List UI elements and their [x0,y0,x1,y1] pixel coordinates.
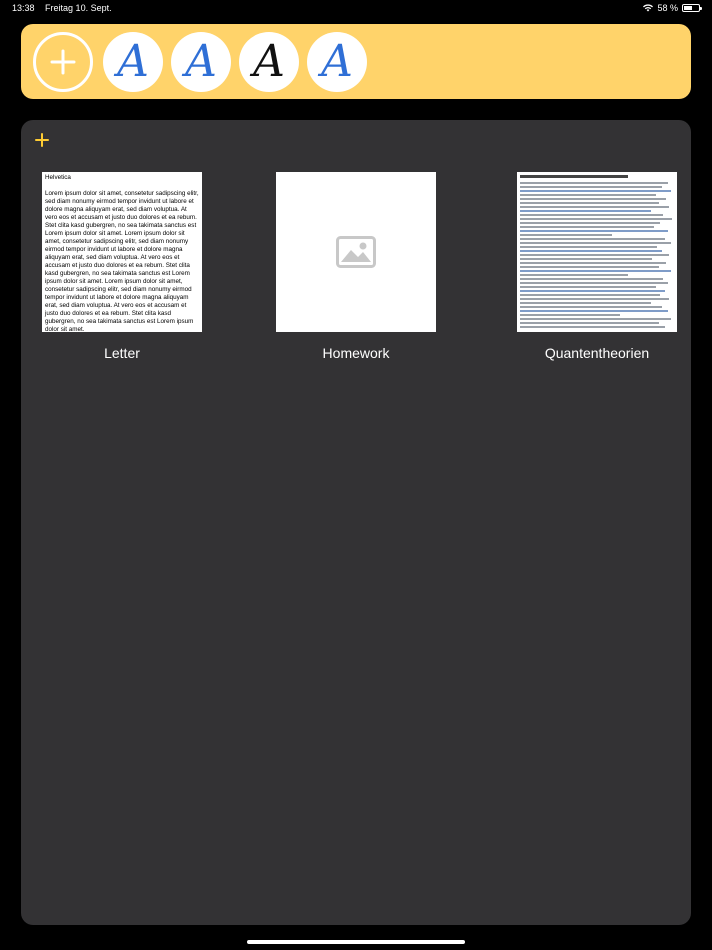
status-right: 58 % [643,3,702,13]
document-label: Homework [322,345,390,361]
preview-text-line [520,286,656,288]
preview-text-line [520,234,613,236]
font-button-3[interactable]: A [239,32,299,92]
preview-text-line [520,250,662,252]
preview-text-line [520,198,667,200]
preview-text-line [520,230,668,232]
thumbnail-title: Helvetica [45,174,71,181]
battery-fill [684,6,693,10]
preview-text-line [520,226,654,228]
preview-text-line [520,322,659,324]
document-letter[interactable]: Helvetica Lorem ipsum dolor sit amet, co… [42,172,202,361]
preview-text-line [520,182,668,184]
preview-text-line [520,274,628,276]
preview-text-line [520,242,671,244]
preview-text-line [520,282,668,284]
preview-text-line [520,186,662,188]
battery-percent: 58 % [657,3,678,13]
preview-text-line [520,254,670,256]
preview-text-line [520,290,665,292]
preview-text-line [520,222,661,224]
document-quantentheorien[interactable]: Quantentheorien [517,172,677,361]
preview-text-line [520,210,651,212]
status-date: Freitag 10. Sept. [45,3,112,13]
preview-text-line [520,246,658,248]
font-glyph: A [253,36,285,87]
image-placeholder-icon [336,236,376,268]
preview-text-line [520,278,664,280]
font-toolbar: A A A A [21,24,691,99]
add-font-button[interactable] [33,32,93,92]
font-button-2[interactable]: A [171,32,231,92]
font-glyph: A [185,36,217,87]
preview-text-line [520,202,659,204]
preview-text-line [520,298,670,300]
home-indicator[interactable] [247,940,465,944]
preview-text-line [520,218,673,220]
thumbnail-body: Lorem ipsum dolor sit amet, consetetur s… [45,190,199,332]
preview-text-line [520,326,665,328]
preview-text-line [520,302,651,304]
preview-text-line [520,314,621,316]
preview-text-line [520,270,671,272]
preview-text-line [520,214,664,216]
preview-text-line [520,310,668,312]
preview-text-line [520,294,661,296]
font-button-4[interactable]: A [307,32,367,92]
preview-text-line [520,194,656,196]
preview-title-line [520,175,628,178]
preview-text-line [520,318,671,320]
document-homework[interactable]: Homework [276,172,436,361]
documents-panel: Helvetica Lorem ipsum dolor sit amet, co… [21,120,691,925]
status-time-date: 13:38 Freitag 10. Sept. [12,3,120,13]
add-document-button[interactable] [34,132,50,148]
text-page-preview [517,172,677,332]
document-thumbnail: Helvetica Lorem ipsum dolor sit amet, co… [42,172,202,332]
document-label: Letter [104,345,140,361]
preview-text-line [520,206,670,208]
preview-text-line [520,262,667,264]
document-label: Quantentheorien [544,345,650,361]
font-button-1[interactable]: A [103,32,163,92]
wifi-icon [643,4,654,12]
document-thumbnail [276,172,436,332]
preview-text-line [520,306,662,308]
status-time: 13:38 [12,3,35,13]
preview-text-line [520,190,671,192]
preview-text-line [520,238,665,240]
battery-icon [682,4,702,12]
preview-text-line [520,266,659,268]
preview-text-line [520,258,653,260]
font-glyph: A [117,36,149,87]
plus-icon [50,49,76,75]
status-bar: 13:38 Freitag 10. Sept. 58 % [0,0,712,18]
font-glyph: A [321,36,353,87]
